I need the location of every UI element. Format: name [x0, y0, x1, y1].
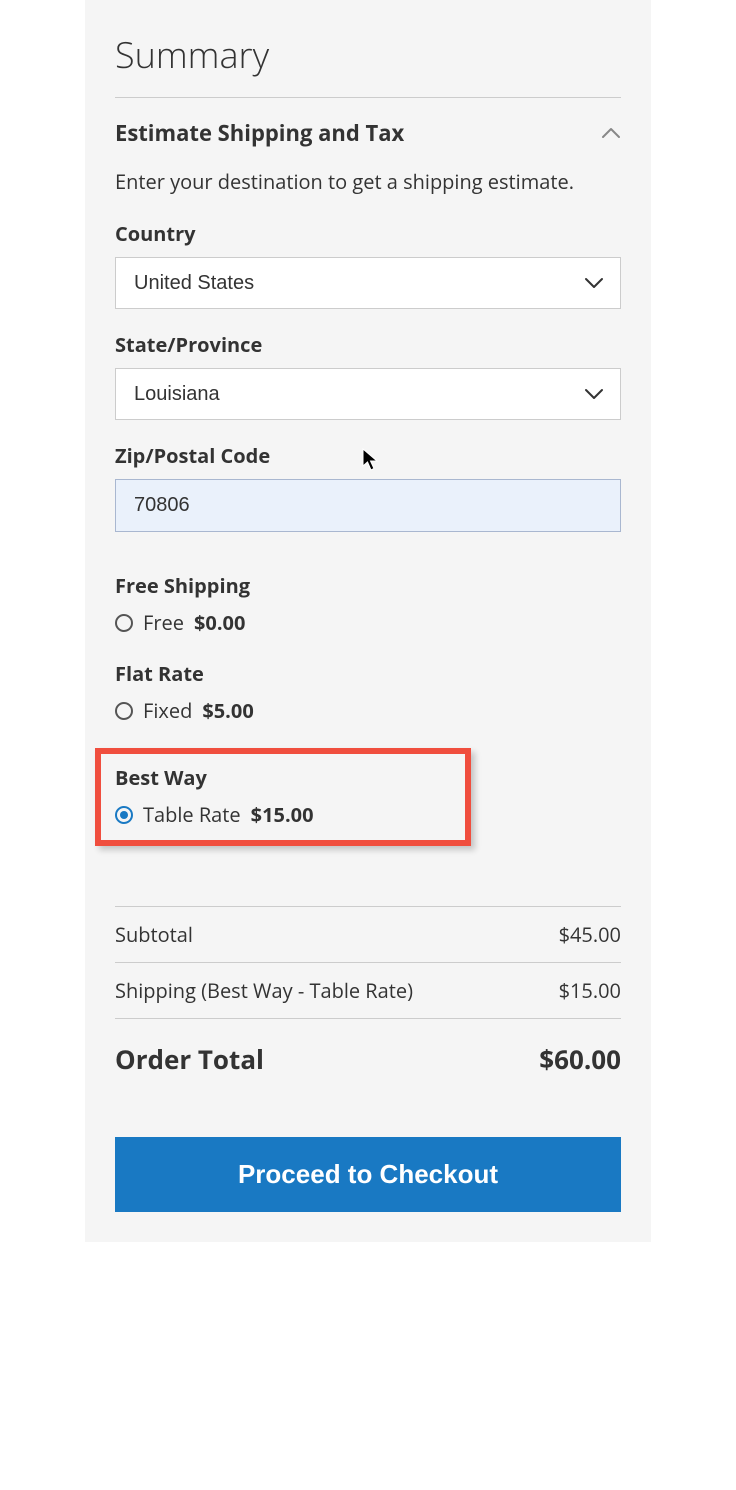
shipping-total-value: $15.00 [559, 977, 621, 1004]
best-way-option[interactable]: Table Rate $15.00 [115, 801, 451, 828]
flat-rate-price: $5.00 [202, 697, 253, 724]
summary-panel: Summary Estimate Shipping and Tax Enter … [85, 0, 651, 1242]
state-select-input[interactable]: Louisiana [116, 369, 620, 419]
zip-label: Zip/Postal Code [115, 442, 621, 469]
estimate-instruction: Enter your destination to get a shipping… [115, 168, 621, 196]
flat-rate-label: Fixed [143, 697, 192, 724]
free-shipping-price: $0.00 [194, 609, 245, 636]
subtotal-row: Subtotal $45.00 [115, 907, 621, 963]
order-total-value: $60.00 [539, 1041, 621, 1077]
proceed-to-checkout-button[interactable]: Proceed to Checkout [115, 1137, 621, 1212]
best-way-price: $15.00 [251, 801, 314, 828]
radio-checked-icon [115, 806, 133, 824]
free-shipping-title: Free Shipping [115, 572, 621, 599]
flat-rate-option[interactable]: Fixed $5.00 [115, 697, 621, 724]
order-total-label: Order Total [115, 1041, 264, 1077]
subtotal-label: Subtotal [115, 921, 193, 948]
country-select-input[interactable]: United States [116, 258, 620, 308]
country-label: Country [115, 220, 621, 247]
state-select[interactable]: Louisiana [115, 368, 621, 420]
free-shipping-option[interactable]: Free $0.00 [115, 609, 621, 636]
free-shipping-label: Free [143, 609, 184, 636]
estimate-shipping-header[interactable]: Estimate Shipping and Tax [115, 118, 621, 148]
shipping-total-label: Shipping (Best Way - Table Rate) [115, 977, 413, 1004]
totals-section: Subtotal $45.00 Shipping (Best Way - Tab… [115, 906, 621, 1087]
best-way-title: Best Way [115, 764, 451, 791]
highlighted-shipping-box: Best Way Table Rate $15.00 [95, 748, 471, 846]
country-select[interactable]: United States [115, 257, 621, 309]
subtotal-value: $45.00 [559, 921, 621, 948]
flat-rate-title: Flat Rate [115, 660, 621, 687]
state-label: State/Province [115, 331, 621, 358]
radio-icon [115, 702, 133, 720]
shipping-total-row: Shipping (Best Way - Table Rate) $15.00 [115, 963, 621, 1019]
order-total-row: Order Total $60.00 [115, 1019, 621, 1087]
radio-icon [115, 614, 133, 632]
chevron-up-icon [601, 127, 621, 139]
zip-input[interactable] [115, 479, 621, 532]
estimate-shipping-title: Estimate Shipping and Tax [115, 118, 404, 148]
best-way-label: Table Rate [143, 801, 241, 828]
summary-title: Summary [115, 30, 621, 98]
